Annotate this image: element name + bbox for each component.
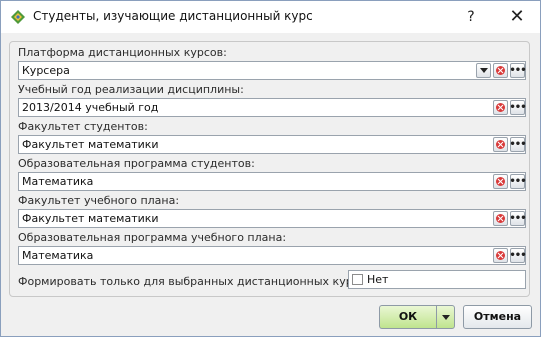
title-bar: Студенты, изучающие дистанционный курс ?… — [1, 1, 540, 33]
clear-icon — [496, 251, 505, 260]
help-button[interactable]: ? — [457, 5, 485, 29]
curriculum-faculty-value: Факультет математики — [22, 212, 159, 225]
chevron-down-icon — [479, 68, 488, 73]
only-selected-value: Нет — [367, 273, 389, 286]
ellipsis-icon: ••• — [509, 249, 526, 261]
platform-value: Курсера — [22, 64, 70, 77]
curriculum-program-field[interactable]: Математика ••• — [18, 246, 527, 265]
student-program-field[interactable]: Математика ••• — [18, 172, 527, 191]
ellipsis-icon: ••• — [509, 101, 526, 113]
student-program-select-button[interactable]: ••• — [509, 174, 527, 189]
student-faculty-clear-button[interactable] — [493, 137, 508, 152]
curriculum-faculty-select-button[interactable]: ••• — [509, 211, 527, 226]
student-faculty-field[interactable]: Факультет математики ••• — [18, 135, 527, 154]
academic-year-value: 2013/2014 учебный год — [22, 101, 159, 114]
curriculum-program-clear-button[interactable] — [493, 248, 508, 263]
form-panel: Платформа дистанционных курсов: Курсера … — [9, 41, 530, 297]
student-program-value: Математика — [22, 175, 94, 188]
chevron-down-icon — [441, 314, 450, 320]
window-title: Студенты, изучающие дистанционный курс — [33, 9, 313, 23]
app-icon — [11, 10, 25, 24]
ellipsis-icon: ••• — [509, 64, 526, 76]
clear-icon — [496, 177, 505, 186]
curriculum-faculty-field[interactable]: Факультет математики ••• — [18, 209, 527, 228]
only-selected-field: Нет — [348, 270, 526, 289]
student-faculty-value: Факультет математики — [22, 138, 159, 151]
curriculum-program-value: Математика — [22, 249, 94, 262]
clear-icon — [496, 66, 505, 75]
student-program-clear-button[interactable] — [493, 174, 508, 189]
academic-year-clear-button[interactable] — [493, 100, 508, 115]
student-faculty-select-button[interactable]: ••• — [509, 137, 527, 152]
ellipsis-icon: ••• — [509, 138, 526, 150]
ellipsis-icon: ••• — [509, 175, 526, 187]
platform-field[interactable]: Курсера ••• — [18, 61, 527, 80]
ellipsis-icon: ••• — [509, 212, 526, 224]
student-faculty-label: Факультет студентов: — [18, 120, 148, 133]
only-selected-label: Формировать только для выбранных дистанц… — [18, 275, 376, 288]
clear-icon — [496, 214, 505, 223]
ok-dropdown-button[interactable] — [436, 305, 455, 329]
dialog-window: Студенты, изучающие дистанционный курс ?… — [0, 0, 541, 337]
curriculum-faculty-label: Факультет учебного плана: — [18, 194, 180, 207]
ok-button[interactable]: ОК — [379, 305, 436, 329]
academic-year-field[interactable]: 2013/2014 учебный год ••• — [18, 98, 527, 117]
curriculum-program-label: Образовательная программа учебного плана… — [18, 231, 287, 244]
cancel-button[interactable]: Отмена — [463, 305, 532, 329]
student-program-label: Образовательная программа студентов: — [18, 157, 255, 170]
curriculum-faculty-clear-button[interactable] — [493, 211, 508, 226]
only-selected-checkbox[interactable] — [352, 274, 363, 285]
academic-year-select-button[interactable]: ••• — [509, 100, 527, 115]
platform-select-button[interactable]: ••• — [509, 63, 527, 78]
curriculum-program-select-button[interactable]: ••• — [509, 248, 527, 263]
platform-dropdown-button[interactable] — [476, 63, 491, 78]
academic-year-label: Учебный год реализации дисциплины: — [18, 83, 244, 96]
clear-icon — [496, 103, 505, 112]
platform-label: Платформа дистанционных курсов: — [18, 46, 227, 59]
clear-icon — [496, 140, 505, 149]
close-button[interactable]: ✕ — [503, 5, 531, 29]
platform-clear-button[interactable] — [493, 63, 508, 78]
